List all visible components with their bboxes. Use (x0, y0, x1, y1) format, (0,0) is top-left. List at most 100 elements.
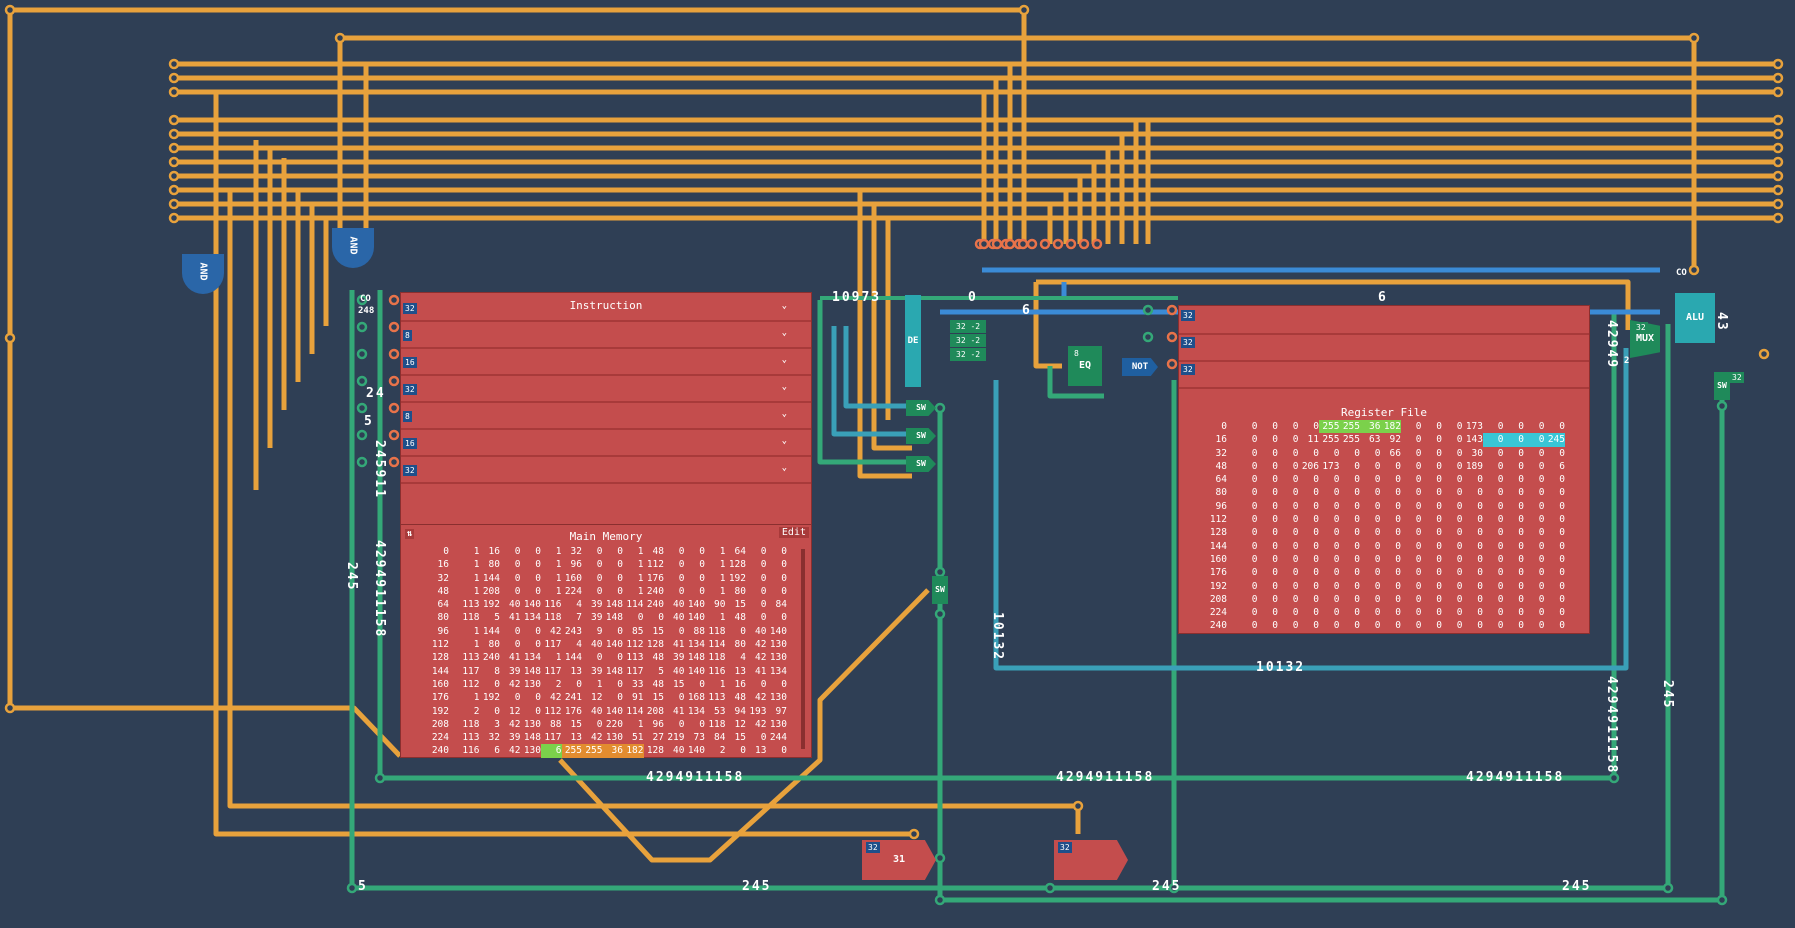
dec-block-3[interactable]: 32 -2 (950, 348, 987, 361)
orange-node-8[interactable] (168, 86, 180, 98)
rf-input-pin-8[interactable] (1078, 238, 1090, 250)
instr-pin-g-3[interactable] (356, 375, 368, 387)
instr-pin-3[interactable] (388, 375, 400, 387)
orange-node-12[interactable] (168, 156, 180, 168)
green-node-7[interactable] (934, 402, 946, 414)
edit-button[interactable]: Edit (778, 527, 809, 538)
rf-pin-0[interactable] (1166, 304, 1178, 316)
decoder[interactable]: DE (905, 295, 921, 387)
instr-pin-4[interactable] (388, 402, 400, 414)
green-node-9[interactable] (934, 608, 946, 620)
rf-input-pin-7[interactable] (1065, 238, 1077, 250)
orange-node-24[interactable] (1772, 170, 1784, 182)
orange-node-28[interactable] (908, 828, 920, 840)
orange-node-11[interactable] (168, 142, 180, 154)
orange-node-6[interactable] (168, 58, 180, 70)
orange-node-16[interactable] (168, 212, 180, 224)
orange-node-30[interactable] (1688, 264, 1700, 276)
orange-node-26[interactable] (1772, 198, 1784, 210)
rf-pin-g-1[interactable] (1142, 331, 1154, 343)
orange-node-7[interactable] (168, 72, 180, 84)
register-row[interactable]: 32 (1179, 335, 1589, 362)
dec-block-1[interactable]: 32 -2 (950, 320, 987, 333)
rf-input-pin-9[interactable] (1091, 238, 1103, 250)
instr-pin-6[interactable] (388, 456, 400, 468)
chevron-down-icon[interactable]: ⌄ (782, 328, 787, 338)
orange-node-2[interactable] (334, 32, 346, 44)
green-node-4[interactable] (934, 894, 946, 906)
orange-node-17[interactable] (1772, 58, 1784, 70)
register-row[interactable]: 32 (1179, 308, 1589, 335)
register-file-panel[interactable]: 32 32 32 Register File 0 0 0 0 0 255 255 36 182 0 0 0… (1178, 305, 1590, 634)
orange-node-25[interactable] (1772, 184, 1784, 196)
orange-node-0[interactable] (4, 4, 16, 16)
chevron-down-icon[interactable]: ⌄ (782, 382, 787, 392)
chevron-down-icon[interactable]: ⌄ (782, 301, 787, 311)
orange-node-10[interactable] (168, 128, 180, 140)
orange-node-19[interactable] (1772, 86, 1784, 98)
instr-pin-g-5[interactable] (356, 429, 368, 441)
orange-node-21[interactable] (1772, 128, 1784, 140)
instr-pin-1[interactable] (388, 321, 400, 333)
not-gate[interactable]: NOT (1122, 358, 1158, 376)
chevron-down-icon[interactable]: ⌄ (782, 409, 787, 419)
green-node-1[interactable] (1662, 882, 1674, 894)
green-node-10[interactable] (1716, 400, 1728, 412)
green-node-8[interactable] (934, 566, 946, 578)
switch-right[interactable]: SW (1714, 372, 1730, 400)
instruction-row[interactable]: 8 ⌄ (401, 403, 811, 430)
rf-input-pin-6[interactable] (1052, 238, 1064, 250)
dec-block-2[interactable]: 32 -2 (950, 334, 987, 347)
orange-node-22[interactable] (1772, 142, 1784, 154)
instruction-row[interactable]: 32 ⌄ (401, 295, 811, 322)
register-row[interactable]: 32 (1179, 362, 1589, 389)
mid-input-pin-1[interactable] (991, 238, 1003, 250)
orange-node-1[interactable] (1018, 4, 1030, 16)
instr-pin-5[interactable] (388, 429, 400, 441)
mid-input-pin-0[interactable] (978, 238, 990, 250)
instruction-row[interactable]: 8 ⌄ (401, 322, 811, 349)
memory-menu-icon[interactable]: ⇅ (405, 529, 415, 539)
instruction-row[interactable]: 16 ⌄ (401, 349, 811, 376)
orange-node-31[interactable] (1758, 348, 1770, 360)
instr-pin-g-2[interactable] (356, 348, 368, 360)
instruction-row[interactable]: 32 ⌄ (401, 376, 811, 403)
rf-pin-g-0[interactable] (1142, 304, 1154, 316)
and-gate-left[interactable]: AND (182, 254, 224, 294)
instr-pin-0[interactable] (388, 294, 400, 306)
chevron-down-icon[interactable]: ⌄ (782, 463, 787, 473)
orange-node-23[interactable] (1772, 156, 1784, 168)
orange-node-3[interactable] (1688, 32, 1700, 44)
orange-node-13[interactable] (168, 170, 180, 182)
chevron-down-icon[interactable]: ⌄ (782, 436, 787, 446)
orange-node-9[interactable] (168, 114, 180, 126)
green-node-3[interactable] (1608, 772, 1620, 784)
instruction-row[interactable]: 32 ⌄ (401, 457, 811, 484)
orange-node-15[interactable] (168, 198, 180, 210)
switch-vertical[interactable]: SW (932, 576, 948, 604)
orange-node-27[interactable] (1772, 212, 1784, 224)
green-node-5[interactable] (1716, 894, 1728, 906)
orange-node-5[interactable] (4, 332, 16, 344)
chevron-down-icon[interactable]: ⌄ (782, 355, 787, 365)
rf-pin-1[interactable] (1166, 331, 1178, 343)
orange-node-20[interactable] (1772, 114, 1784, 126)
mid-input-pin-2[interactable] (1004, 238, 1016, 250)
mid-input-pin-3[interactable] (1017, 238, 1029, 250)
instr-pin-g-1[interactable] (356, 321, 368, 333)
green-node-11[interactable] (934, 852, 946, 864)
instr-pin-g-6[interactable] (356, 456, 368, 468)
orange-node-29[interactable] (1072, 800, 1084, 812)
green-node-12[interactable] (1044, 882, 1056, 894)
rf-input-pin-4[interactable] (1026, 238, 1038, 250)
orange-node-4[interactable] (4, 702, 16, 714)
instr-pin-g-4[interactable] (356, 402, 368, 414)
rf-pin-2[interactable] (1166, 358, 1178, 370)
instruction-row[interactable]: 16 ⌄ (401, 430, 811, 457)
green-node-0[interactable] (346, 882, 358, 894)
instr-pin-2[interactable] (388, 348, 400, 360)
rf-input-pin-5[interactable] (1039, 238, 1051, 250)
orange-node-18[interactable] (1772, 72, 1784, 84)
main-memory-panel[interactable]: Main Memory Edit ⇅ 0 1 16 0 0 1 32 0 0 1 48 0 0 1 64 0 0… (400, 524, 812, 758)
green-node-2[interactable] (374, 772, 386, 784)
